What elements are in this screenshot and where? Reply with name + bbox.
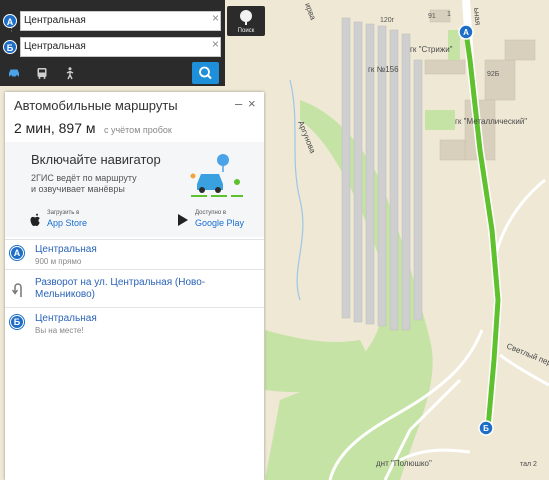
route-step-finish[interactable]: Б Центральная Вы на месте! [5,307,264,342]
app-store-link[interactable]: Загрузить в App Store [29,210,99,232]
traffic-note: с учётом пробок [103,125,172,135]
step-subtitle: Вы на месте! [35,326,84,335]
from-field[interactable]: Центральная [20,11,221,31]
map-label-tal2: тал 2 [520,461,537,468]
close-button[interactable]: × [248,96,256,111]
to-field[interactable]: Центральная [20,37,221,57]
google-play-caption: Доступно в [195,210,227,216]
app-store-caption: Загрузить в [47,210,80,216]
apple-icon [30,213,40,226]
route-marker-b[interactable]: Б [478,420,494,436]
from-row: А Центральная × [0,8,225,34]
search-button-label: Поиск [237,28,255,34]
map-label-gk-strizhi: гк "Стрижи" [410,45,453,54]
google-play-name: Google Play [195,218,245,228]
swap-icon[interactable]: ⋮ [8,26,15,34]
route-step-start[interactable]: А Центральная 900 м прямо [5,239,264,269]
route-search-panel: А Центральная × ⋮ Б Центральная × [0,0,225,86]
route-marker-a-label: А [463,28,469,37]
step-title: Разворот на ул. Центральная (Ново- [35,277,206,288]
google-play-link[interactable]: Доступно в Google Play [177,210,247,232]
step-marker-b: Б [10,315,24,329]
map-label-dnt-poloshko: днт "Полюшко" [376,459,432,468]
map-label-street-top: ьная [472,7,482,25]
map-label-house-92b: 92Б [487,71,500,78]
car-icon[interactable] [2,64,26,82]
promo-title: Включайте навигатор [31,152,161,167]
promo-text: 2ГИС ведёт по маршруту [31,173,137,183]
route-marker-a[interactable]: А [458,24,474,40]
google-play-icon [178,214,188,226]
u-turn-icon [11,283,22,297]
map-label-gk-metal: гк "Металлический" [455,117,527,126]
card-title: Автомобильные маршруты [14,98,178,113]
map-label-house-1: 1 [447,11,451,18]
route-card: Автомобильные маршруты – × 2 мин, 897 м … [5,92,264,480]
navigator-illustration-icon [190,154,243,197]
map-label-house-120g: 120г [380,17,395,24]
app-store-name: App Store [47,218,88,228]
promo-text: и озвучивает манёвры [31,184,125,194]
navigator-promo: Включайте навигатор 2ГИС ведёт по маршру… [5,142,264,237]
step-title: Центральная [35,244,97,255]
bus-icon[interactable] [30,64,54,82]
step-title: Центральная [35,313,97,324]
route-marker-b-label: Б [483,424,489,433]
minimize-button[interactable]: – [235,96,242,111]
step-subtitle: 900 м прямо [35,257,82,266]
route-step-u-turn[interactable]: Разворот на ул. Центральная (Ново- Мельн… [5,269,264,307]
to-row: Б Центральная × [0,34,225,60]
search-button[interactable]: Поиск [227,6,265,36]
route-summary: 2 мин, 897 м с учётом пробок [14,120,172,138]
walk-icon[interactable] [58,64,82,82]
magnifier-icon [199,66,212,80]
route-time-distance: 2 мин, 897 м [14,120,96,136]
search-route-button[interactable] [192,62,219,84]
to-clear-icon[interactable]: × [212,37,219,51]
map-label-house-91: 91 [428,13,436,20]
step-title-continued: Мельниково) [35,289,95,300]
to-marker: Б [3,40,17,54]
map-label-gk156: гк №156 [368,65,399,74]
from-clear-icon[interactable]: × [212,11,219,25]
step-marker-a: А [10,246,24,260]
